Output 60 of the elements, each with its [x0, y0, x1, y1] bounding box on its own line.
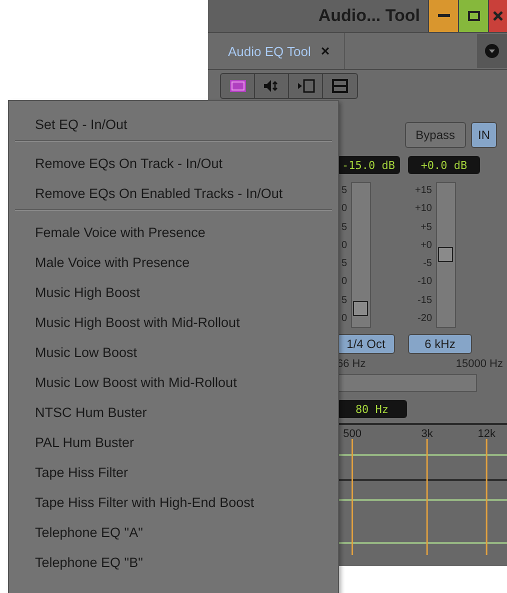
- film-icon: [296, 79, 314, 93]
- gain-slider-track[interactable]: [351, 182, 371, 328]
- band-button[interactable]: 6 kHz: [408, 334, 472, 354]
- maximize-button[interactable]: [458, 0, 488, 32]
- menu-item[interactable]: Music Low Boost with Mid-Rollout: [9, 367, 338, 397]
- menu-item[interactable]: Remove EQs On Enabled Tracks - In/Out: [9, 178, 338, 208]
- scale-label: -5: [422, 259, 432, 270]
- frequency-label: 3k: [421, 428, 433, 440]
- eq-icon: [230, 80, 246, 92]
- scale-label: 5: [340, 296, 347, 306]
- menu-item[interactable]: Set EQ - In/Out: [9, 109, 338, 139]
- menu-item[interactable]: Music High Boost with Mid-Rollout: [9, 307, 338, 337]
- frequency-label: 12k: [478, 428, 496, 440]
- scale-label: 0: [340, 314, 347, 324]
- maximize-icon: [468, 11, 480, 21]
- menu-item[interactable]: Male Voice with Presence: [9, 247, 338, 277]
- scale-label: -15: [416, 296, 432, 306]
- menu-item[interactable]: Music High Boost: [9, 277, 338, 307]
- frequency-slider-track[interactable]: [337, 374, 477, 392]
- speaker-arrows-icon: [262, 79, 280, 93]
- range-max-label: 15000 Hz: [456, 358, 503, 370]
- close-button[interactable]: [488, 0, 507, 32]
- scale-label: 0: [340, 204, 347, 214]
- scale-label: 5: [340, 222, 347, 233]
- menu-item[interactable]: Telephone EQ "B": [9, 547, 338, 577]
- frequency-label: 500: [343, 428, 362, 440]
- scale-label: -10: [416, 277, 432, 288]
- gain-slider-thumb[interactable]: [353, 301, 368, 316]
- menu-item[interactable]: Female Voice with Presence: [9, 217, 338, 247]
- band-button[interactable]: 1/4 Oct: [337, 334, 395, 354]
- menu-item[interactable]: Telephone EQ "A": [9, 517, 338, 547]
- scale-label: +15: [414, 186, 432, 196]
- minimize-icon: [438, 14, 450, 18]
- scale-label: +10: [414, 204, 432, 214]
- scale-label: 5: [340, 259, 347, 270]
- gain-slider-thumb[interactable]: [438, 247, 453, 262]
- gain-display: -15.0 dB: [337, 156, 400, 174]
- window-title: Audio... Tool: [318, 6, 420, 26]
- menu-item[interactable]: PAL Hum Buster: [9, 427, 338, 457]
- scale-label: 0: [340, 277, 347, 288]
- frequency-display: 80 Hz: [337, 400, 407, 418]
- scale-label: 5: [340, 186, 347, 196]
- minimize-button[interactable]: [428, 0, 458, 32]
- menu-item[interactable]: Remove EQs On Track - In/Out: [9, 148, 338, 178]
- scale-label: -20: [416, 314, 432, 324]
- menu-item[interactable]: Tape Hiss Filter with High-End Boost: [9, 487, 338, 517]
- tab-close-button[interactable]: ×: [320, 42, 330, 60]
- gain-slider-track[interactable]: [436, 182, 456, 328]
- menu-item[interactable]: Music Low Boost: [9, 337, 338, 367]
- scale-label: +5: [420, 222, 432, 233]
- chevron-circle-icon: [485, 44, 499, 58]
- scale-label: +0: [420, 240, 432, 251]
- split-rows-icon: [332, 79, 348, 93]
- menu-item[interactable]: Tape Hiss Filter: [9, 457, 338, 487]
- scale-label: 0: [340, 240, 347, 251]
- menu-item[interactable]: NTSC Hum Buster: [9, 397, 338, 427]
- gain-display: +0.0 dB: [408, 156, 480, 174]
- in-button[interactable]: IN: [471, 122, 497, 148]
- close-icon: [493, 11, 503, 21]
- bypass-button[interactable]: Bypass: [404, 122, 466, 148]
